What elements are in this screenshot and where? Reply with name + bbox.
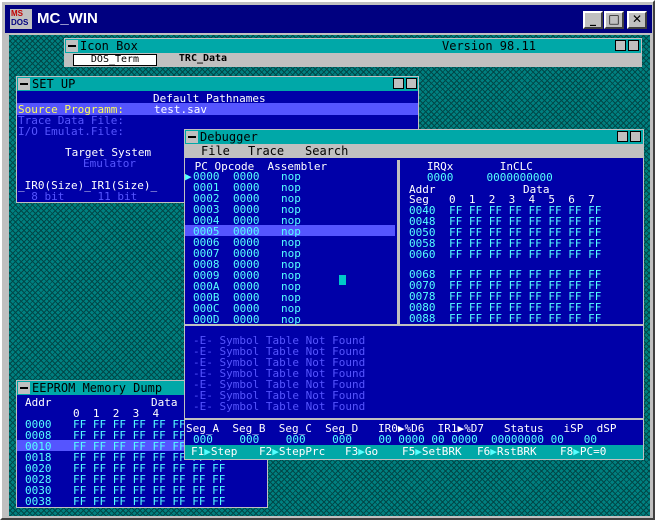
mem-row-addr[interactable]: 0088 [409,313,436,324]
fkey-key: F2 [259,445,273,458]
restore-icon[interactable] [617,131,628,142]
function-key-bar: F1▶Step F2▶StepPrc F3▶Go F5▶SetBRK F6▶RstBRK… [185,445,643,459]
fkey-go[interactable]: F3▶Go [345,445,378,459]
pc-marker-icon: ▶ [185,170,192,183]
logo-top-text: MS [11,9,23,18]
tab-trc-data[interactable]: TRC_Data [163,54,243,66]
fkey-key: F3 [345,445,359,458]
irq-values: 8 bit 11 bit [18,190,138,203]
title-bar[interactable]: MS DOS MC_WIN _ □ ✕ [5,5,652,33]
menu-trace[interactable]: Trace [248,144,284,158]
restore-icon[interactable] [615,40,626,51]
maximize-button[interactable]: □ [604,11,624,29]
arrow-right-icon: ▶ [573,445,580,458]
fkey-key: F8 [560,445,574,458]
arrow-right-icon: ▶ [415,445,422,458]
fkey-setbrk[interactable]: F5▶SetBRK [402,445,462,459]
maximize-icon[interactable] [406,78,417,89]
fkey-label: Step [210,445,238,458]
code-assembler[interactable]: nop [281,314,301,325]
icon-box-window: Icon Box Version 98.11 DOS_Term TRC_Data [64,38,642,67]
maximize-icon[interactable] [630,131,641,142]
system-menu-icon[interactable] [186,131,198,143]
setup-title-bar[interactable]: SET UP [17,77,418,91]
arrow-right-icon: ▶ [272,445,279,458]
icon-box-title: Icon Box [80,39,138,53]
code-opcode[interactable]: 0000 [233,314,260,325]
target-system-value[interactable]: Emulator [83,158,136,169]
fkey-label: RstBRK [496,445,537,458]
mem-row-data[interactable]: FF FF FF FF FF FF FF FF [449,313,601,324]
pane-divider[interactable] [397,160,400,324]
desktop-area: Icon Box Version 98.11 DOS_Term TRC_Data… [9,35,650,516]
mem-row-addr[interactable]: 0060 [409,249,436,260]
menu-search[interactable]: Search [305,144,348,158]
fkey-key: F6 [477,445,491,458]
mem-row-data[interactable]: FF FF FF FF FF FF FF FF [449,249,601,260]
restore-icon[interactable] [393,78,404,89]
arrow-right-icon: ▶ [204,445,211,458]
arrow-right-icon: ▶ [358,445,365,458]
fkey-key: F5 [402,445,416,458]
message-line: -E- Symbol Table Not Found [193,400,366,413]
register-divider [185,418,643,420]
irq-values: 0000 0000000000 [407,171,553,184]
arrow-right-icon: ▶ [490,445,497,458]
minimize-button[interactable]: _ [583,11,603,29]
icon-box-tabs: DOS_Term TRC_Data [65,53,641,67]
io-emulat-label: I/O Emulat.File: [18,125,124,138]
tab-dos-term[interactable]: DOS_Term [73,54,157,66]
eeprom-title: EEPROM Memory Dump [32,381,163,395]
fkey-label: StepPrc [278,445,326,458]
debugger-title: Debugger [200,130,258,144]
debugger-menu-bar: File Trace Search [185,144,643,158]
fkey-rstbrk[interactable]: F6▶RstBRK [477,445,537,459]
msdos-logo-icon[interactable]: MS DOS [10,9,32,29]
system-menu-icon[interactable] [18,78,30,90]
maximize-icon[interactable] [628,40,639,51]
fkey-stepprc[interactable]: F2▶StepPrc [259,445,325,459]
fkey-pc0[interactable]: F8▶PC=0 [560,445,606,459]
fkey-label: Go [364,445,379,458]
main-window: MS DOS MC_WIN _ □ ✕ Icon Box Version 98.1… [0,0,655,520]
eeprom-row-addr[interactable]: 0038 [25,496,52,507]
fkey-label: PC=0 [579,445,607,458]
version-label: Version 98.11 [442,39,536,53]
fkey-label: SetBRK [421,445,462,458]
setup-title: SET UP [32,77,76,91]
eeprom-row-data[interactable]: FF FF FF FF FF FF FF FF [73,496,225,507]
fkey-key: F1 [191,445,205,458]
system-menu-icon[interactable] [66,40,78,52]
code-pc[interactable]: 000D [193,314,220,325]
eeprom-addr-header: Addr [25,396,52,409]
system-menu-icon[interactable] [18,382,30,394]
fkey-step[interactable]: F1▶Step [191,445,237,459]
debugger-window: Debugger File Trace Search PC Opcode Ass… [184,129,644,460]
app-title: MC_WIN [37,10,98,27]
source-value[interactable]: test.sav [154,104,207,115]
icon-box-title-bar[interactable]: Icon Box Version 98.11 [65,39,641,53]
close-button[interactable]: ✕ [627,11,647,29]
text-cursor [339,275,346,285]
debugger-title-bar[interactable]: Debugger [185,130,643,144]
logo-bottom-text: DOS [11,18,29,27]
menu-file[interactable]: File [201,144,230,158]
register-values: 000 000 000 000 00 0000 00 0000 00000000… [193,433,597,446]
